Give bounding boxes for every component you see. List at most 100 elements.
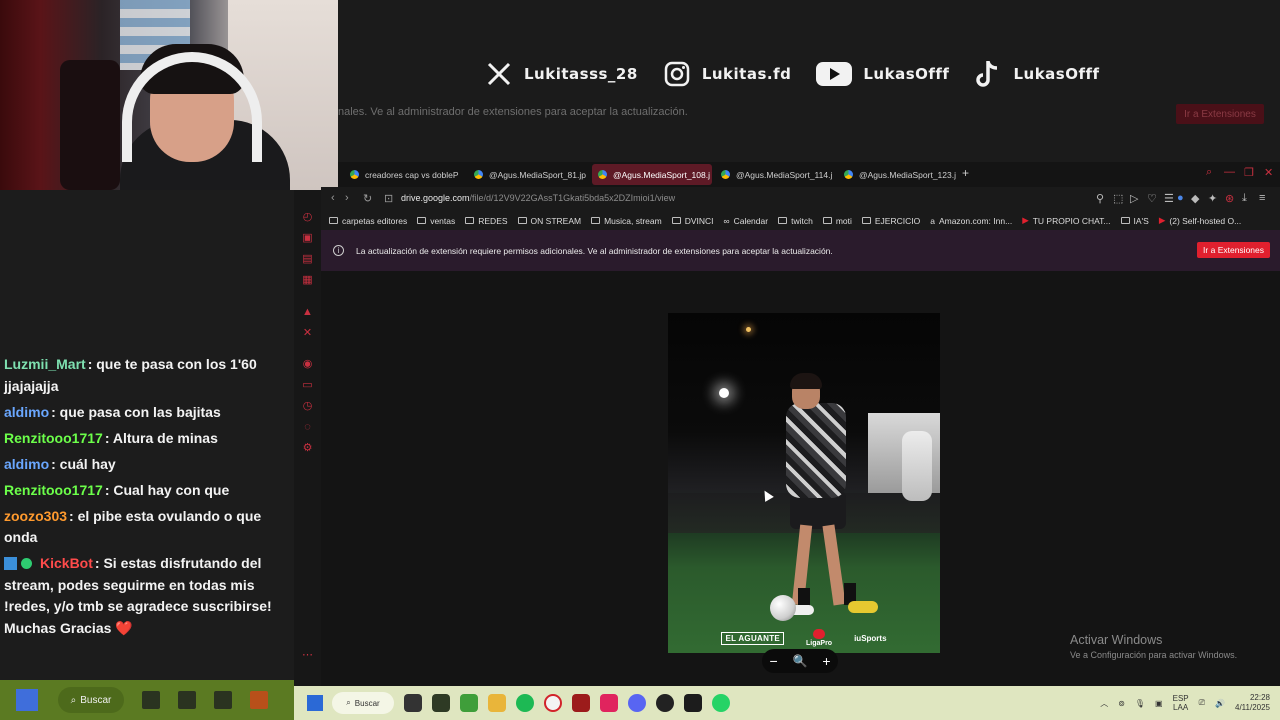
chat-message: Renzitooo1717: Altura de minas bbox=[4, 428, 290, 450]
extension-icon[interactable]: ⊛ bbox=[1225, 192, 1234, 205]
browser-tab-active[interactable]: @Agus.MediaSport_108.j bbox=[592, 164, 712, 185]
go-to-extensions-button[interactable]: Ir a Extensiones bbox=[1197, 242, 1270, 258]
activate-windows-watermark: Activar Windows Ve a Configuración para … bbox=[1070, 633, 1237, 660]
url-text[interactable]: drive.google.com/file/d/12V9V22GAssT1Gka… bbox=[401, 193, 675, 203]
chat-username[interactable]: KickBot bbox=[40, 555, 93, 571]
sidebar-clock-icon[interactable]: ◷ bbox=[302, 401, 313, 412]
task-view-icon[interactable] bbox=[404, 694, 422, 712]
spotify-icon[interactable] bbox=[516, 694, 534, 712]
extension-icon[interactable]: ● bbox=[1177, 192, 1184, 204]
drive-favicon-icon bbox=[844, 170, 853, 179]
taskbar-app-icon[interactable] bbox=[178, 691, 196, 709]
bookmark-item[interactable]: moti bbox=[822, 216, 852, 226]
back-arrow-icon[interactable]: ‹ bbox=[331, 192, 335, 204]
browser-tab[interactable]: @Agus.MediaSport_81.jp bbox=[468, 164, 586, 185]
screenshot-icon[interactable]: ⬚ bbox=[1113, 192, 1123, 205]
language-indicator[interactable]: ESP LAA bbox=[1173, 694, 1189, 712]
bookmark-item[interactable]: EJERCICIO bbox=[861, 216, 920, 226]
maximize-icon[interactable]: ❐ bbox=[1244, 166, 1254, 179]
sidebar-history-icon[interactable]: ◴ bbox=[302, 212, 313, 223]
browser-tab[interactable]: creadores cap vs dobleP bbox=[344, 164, 462, 185]
background-notice-text: nales. Ve al administrador de extensione… bbox=[338, 106, 688, 118]
download-icon[interactable]: ⤓ bbox=[1242, 192, 1247, 205]
taskbar-app-icon[interactable] bbox=[142, 691, 160, 709]
bookmark-item[interactable]: carpetas editores bbox=[329, 216, 407, 226]
sidebar-app-icon[interactable]: ▲ bbox=[302, 307, 313, 318]
bookmark-item[interactable]: a Amazon.com: Inn... bbox=[930, 216, 1012, 226]
bookmark-item[interactable]: IA'S bbox=[1120, 216, 1149, 226]
minecraft-icon[interactable] bbox=[460, 694, 478, 712]
network-icon[interactable]: ⎚ bbox=[1199, 698, 1205, 708]
bookmark-item[interactable]: DVINCI bbox=[671, 216, 714, 226]
chat-username[interactable]: Renzitooo1717 bbox=[4, 430, 103, 446]
tray-chevron-icon[interactable]: ︿ bbox=[1100, 698, 1108, 709]
browser-tab[interactable]: @Agus.MediaSport_123.j bbox=[838, 164, 956, 185]
pin-icon[interactable]: ⚲ bbox=[1096, 192, 1104, 205]
terminal-icon[interactable] bbox=[432, 694, 450, 712]
taskbar-folder-icon[interactable] bbox=[250, 691, 268, 709]
browser-tab[interactable]: @Agus.MediaSport_114.j bbox=[715, 164, 833, 185]
whatsapp-icon[interactable] bbox=[712, 694, 730, 712]
close-icon[interactable]: ✕ bbox=[1264, 166, 1273, 179]
youtube-icon: ▶ bbox=[1022, 215, 1029, 225]
new-tab-plus-icon[interactable]: + bbox=[962, 166, 969, 180]
windows-start-icon[interactable] bbox=[307, 695, 323, 711]
sidebar-more-icon[interactable]: ⋯ bbox=[302, 650, 313, 661]
tray-app-icon[interactable]: ⊚ bbox=[1118, 699, 1125, 708]
sidebar-settings-icon[interactable]: ⚙ bbox=[302, 443, 313, 454]
microphone-icon[interactable]: 🎙 bbox=[1135, 699, 1145, 708]
taskbar-search[interactable]: ⌕ Buscar bbox=[332, 692, 394, 714]
obs-icon[interactable] bbox=[656, 694, 674, 712]
taskbar-search[interactable]: ⌕ Buscar bbox=[58, 687, 124, 713]
zoom-in-button[interactable]: + bbox=[822, 653, 830, 669]
capcut-icon[interactable] bbox=[600, 694, 618, 712]
bookmark-item[interactable]: ▶ TU PROPIO CHAT... bbox=[1022, 215, 1110, 226]
chat-username[interactable]: zoozo303 bbox=[4, 508, 67, 524]
bookmark-item[interactable]: twitch bbox=[778, 216, 813, 226]
discord-icon[interactable] bbox=[628, 694, 646, 712]
file-explorer-icon[interactable] bbox=[488, 694, 506, 712]
bookmark-item[interactable]: ▶ (2) Self-hosted O... bbox=[1159, 215, 1241, 226]
bookmark-item[interactable]: ON STREAM bbox=[517, 216, 581, 226]
bookmark-item[interactable]: Musica, stream bbox=[591, 216, 662, 226]
menu-icon[interactable]: ☰ bbox=[1164, 192, 1174, 205]
bookmark-item[interactable]: REDES bbox=[465, 216, 508, 226]
sidebar-whatsapp-icon[interactable]: ◌ bbox=[302, 422, 313, 433]
opera-browser-icon[interactable] bbox=[544, 694, 562, 712]
sidebar-chat-icon[interactable]: ▤ bbox=[302, 254, 313, 265]
puzzle-icon[interactable]: ✦ bbox=[1208, 192, 1217, 205]
browser-menu-icon[interactable]: ≡ bbox=[1259, 192, 1265, 204]
sidebar-bookmark-icon[interactable]: ▣ bbox=[302, 233, 313, 244]
zoom-icon[interactable]: 🔍 bbox=[793, 654, 808, 668]
x-logo-icon bbox=[484, 59, 514, 89]
heart-icon[interactable]: ♡ bbox=[1147, 192, 1157, 205]
clock[interactable]: 22:28 4/11/2025 bbox=[1235, 693, 1270, 713]
minimize-icon[interactable]: — bbox=[1224, 166, 1235, 178]
bookmark-item[interactable]: ∞ Calendar bbox=[724, 216, 769, 226]
search-tabs-icon[interactable]: ⌕ bbox=[1206, 166, 1212, 179]
chat-username[interactable]: Renzitooo1717 bbox=[4, 482, 103, 498]
sidebar-gamepad-icon[interactable]: ▭ bbox=[302, 380, 313, 391]
search-icon: ⌕ bbox=[346, 698, 351, 707]
chat-username[interactable]: Luzmii_Mart bbox=[4, 356, 86, 372]
sidebar-media-icon[interactable]: ▦ bbox=[302, 275, 313, 286]
app-icon[interactable]: ▣ bbox=[1155, 699, 1163, 708]
social-handle: LukasOfff bbox=[863, 65, 950, 83]
davinci-icon[interactable] bbox=[572, 694, 590, 712]
extension-icon[interactable]: ◆ bbox=[1191, 192, 1199, 205]
bookmark-item[interactable]: ventas bbox=[417, 216, 455, 226]
forward-arrow-icon[interactable]: › bbox=[345, 192, 349, 204]
sidebar-x-icon[interactable]: ✕ bbox=[302, 328, 313, 339]
sidebar-play-icon[interactable]: ◉ bbox=[302, 359, 313, 370]
taskbar-app-icon[interactable] bbox=[214, 691, 232, 709]
epic-games-icon[interactable] bbox=[684, 694, 702, 712]
zoom-out-button[interactable]: − bbox=[769, 653, 777, 669]
football-photo[interactable]: EL AGUANTE LigaPro iuSports bbox=[668, 313, 940, 653]
play-icon[interactable]: ▷ bbox=[1130, 192, 1138, 205]
volume-icon[interactable]: 🔊 bbox=[1215, 699, 1225, 708]
social-handle: Lukitas.fd bbox=[701, 65, 792, 83]
chat-username[interactable]: aldimo bbox=[4, 456, 49, 472]
windows-start-icon[interactable] bbox=[16, 689, 38, 711]
reload-icon[interactable]: ↻ bbox=[363, 192, 372, 205]
chat-username[interactable]: aldimo bbox=[4, 404, 49, 420]
